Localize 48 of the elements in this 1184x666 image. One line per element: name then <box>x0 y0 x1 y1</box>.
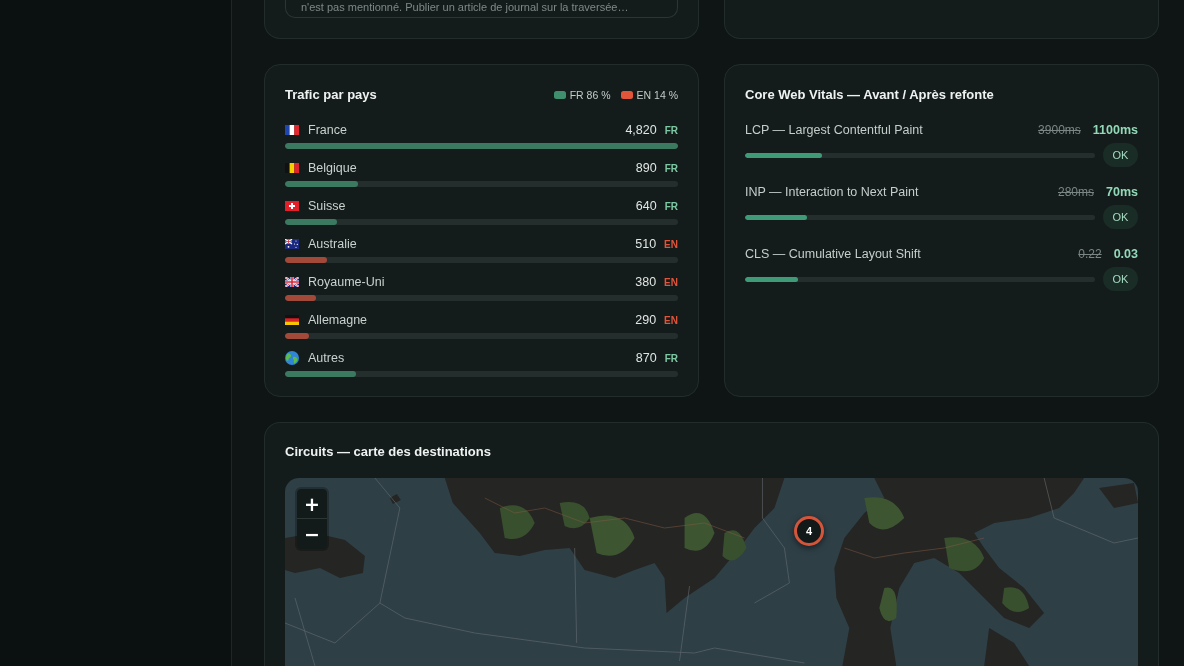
status-badge: OK <box>1103 267 1138 291</box>
visit-count: 510 <box>635 237 657 251</box>
visit-count: 870 <box>635 351 657 365</box>
after-value: 1100ms <box>1092 123 1138 137</box>
country-name: Suisse <box>308 199 346 213</box>
metric-name: LCP — Largest Contentful Paint <box>745 123 923 137</box>
visit-count: 640 <box>635 199 657 213</box>
legend-label: FR 86 % <box>569 89 611 101</box>
language-tag: EN <box>664 314 678 326</box>
country-name: Allemagne <box>308 313 368 327</box>
country-name: Belgique <box>308 161 357 175</box>
germany-flag-icon <box>285 315 299 325</box>
after-value: 70ms <box>1106 185 1138 199</box>
visit-count: 4,820 <box>625 123 657 137</box>
language-tag: FR <box>664 124 678 136</box>
after-value: 0.03 <box>1113 247 1138 261</box>
visit-count: 380 <box>635 275 657 289</box>
language-tag: FR <box>664 352 678 364</box>
zoom-in-button[interactable]: + <box>297 489 327 519</box>
note-text: n'est pas mentionné. Publier un article de journal sur la traversée… <box>301 0 629 14</box>
swiss-flag-icon <box>285 201 299 211</box>
before-value: 0.22 <box>1078 247 1102 261</box>
card-title: Circuits — carte des destinations <box>285 444 491 460</box>
language-tag: FR <box>664 162 678 174</box>
before-value: 280ms <box>1058 185 1094 199</box>
legend-label: EN 14 % <box>636 89 678 101</box>
card-title: Core Web Vitals — Avant / Après refonte <box>745 87 994 103</box>
zoom-out-button[interactable]: − <box>297 519 327 549</box>
language-tag: EN <box>664 238 678 250</box>
belgium-flag-icon <box>285 163 299 173</box>
language-tag: EN <box>664 276 678 288</box>
before-value: 3900ms <box>1038 123 1081 137</box>
metric-name: INP — Interaction to Next Paint <box>745 185 919 199</box>
france-flag-icon <box>285 125 299 135</box>
country-name: France <box>308 123 347 137</box>
country-name: Australie <box>308 237 357 251</box>
visit-count: 290 <box>635 313 657 327</box>
metric-name: CLS — Cumulative Layout Shift <box>745 247 921 261</box>
status-badge: OK <box>1103 205 1138 229</box>
country-name: Autres <box>308 351 345 365</box>
visit-count: 890 <box>635 161 657 175</box>
language-tag: FR <box>664 200 678 212</box>
australia-flag-icon <box>285 239 299 249</box>
status-badge: OK <box>1103 143 1138 167</box>
uk-flag-icon <box>285 277 299 287</box>
globe-icon <box>285 351 299 365</box>
card-title: Trafic par pays <box>285 87 377 103</box>
country-name: Royaume-Uni <box>308 275 385 289</box>
